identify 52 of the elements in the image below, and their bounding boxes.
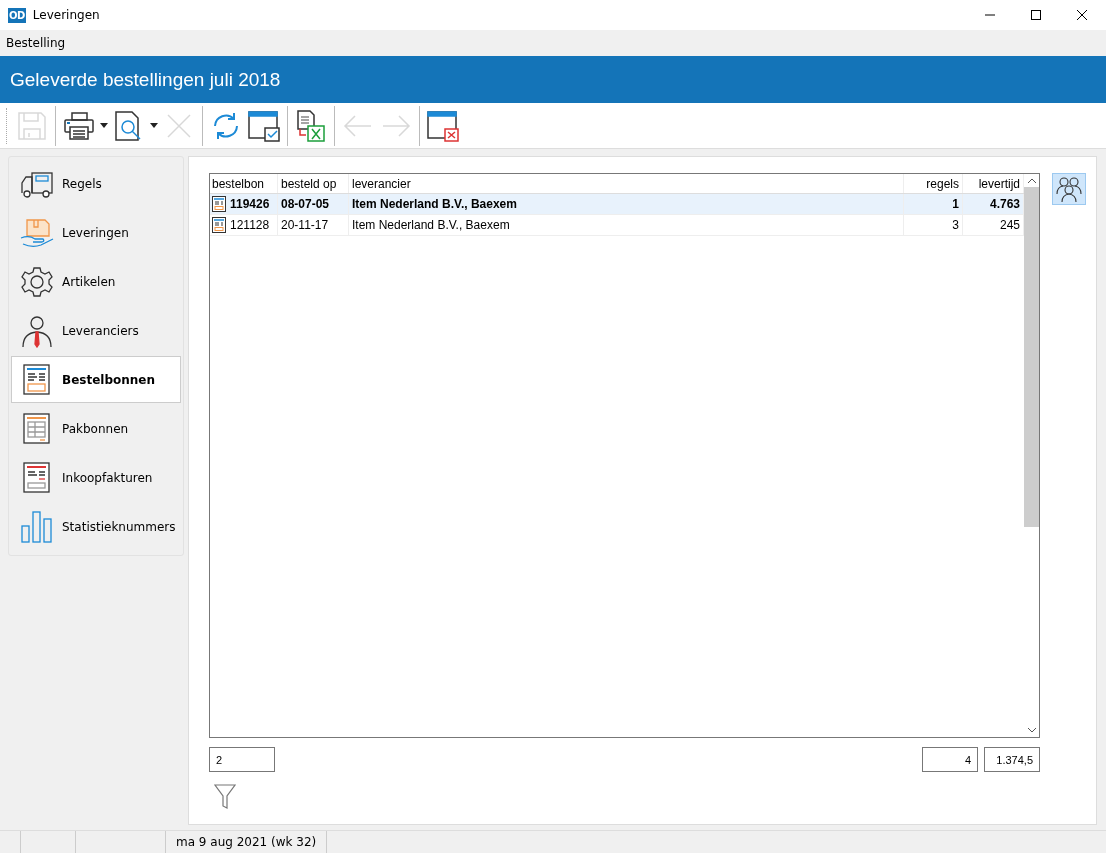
column-header[interactable]: regels (904, 174, 963, 193)
table-cell: 3 (904, 215, 963, 235)
row-count-field: 2 (209, 747, 275, 772)
scrollbar-thumb[interactable] (1024, 187, 1039, 527)
dropdown-caret-icon (150, 123, 158, 128)
table-cell: Item Nederland B.V., Baexem (349, 215, 904, 235)
column-header[interactable]: besteld op (278, 174, 349, 193)
window-title: Leveringen (32, 8, 101, 22)
status-text: ma 9 aug 2021 (wk 32) (176, 835, 317, 849)
table-row[interactable]: 121128 20-11-17 Item Nederland B.V., Baexem 3 245 (210, 215, 1024, 236)
app-logo: OD (8, 7, 26, 23)
maximize-icon[interactable] (1030, 9, 1042, 21)
total-field: 4 (922, 747, 978, 772)
menu-item[interactable]: Bestelling (6, 36, 66, 50)
column-header[interactable]: leverancier (349, 174, 904, 193)
close-icon[interactable] (1076, 9, 1088, 21)
export-icon (294, 108, 328, 143)
window-check-icon (247, 108, 281, 143)
scroll-up-icon[interactable] (1027, 178, 1036, 183)
chart-icon (20, 509, 54, 544)
sidebar-item[interactable]: Pakbonnen (11, 405, 181, 452)
dropdown-caret-icon (100, 123, 108, 128)
people-icon (1056, 176, 1082, 202)
sidebar-item[interactable]: Leveringen (11, 209, 181, 256)
sidebar-item[interactable]: Statistieknummers (11, 503, 181, 550)
table-cell: 08-07-05 (278, 194, 349, 214)
toolbar-button[interactable] (112, 108, 158, 143)
table-cell: 1 (904, 194, 963, 214)
toolbar-button[interactable] (247, 108, 281, 143)
sidebar-item[interactable]: Inkoopfakturen (11, 454, 181, 501)
table-cell: 119426 (230, 197, 270, 211)
table-cell: Item Nederland B.V., Baexem (349, 194, 904, 214)
person-icon (20, 313, 54, 348)
filter-icon[interactable] (214, 784, 236, 810)
table-row[interactable]: 119426 08-07-05 Item Nederland B.V., Baexem 1 4.763 (210, 194, 1024, 215)
scroll-down-icon[interactable] (1027, 728, 1036, 733)
table-cell: 121128 (230, 218, 270, 232)
gear-icon (20, 264, 54, 299)
column-header[interactable]: bestelbon (210, 174, 278, 193)
sidebar-item[interactable]: Artikelen (11, 258, 181, 305)
sidebar-item[interactable]: Bestelbonnen (11, 356, 181, 403)
users-button[interactable] (1052, 173, 1086, 205)
document-icon (212, 217, 226, 233)
toolbar-button[interactable] (294, 108, 328, 143)
toolbar-button[interactable] (426, 108, 460, 143)
total-field: 1.374,5 (984, 747, 1040, 772)
sidebar-item[interactable]: Leveranciers (11, 307, 181, 354)
document-icon (212, 196, 226, 212)
sidebar-item[interactable]: Regels (11, 160, 181, 207)
table-cell: 20-11-17 (278, 215, 349, 235)
page-title: Geleverde bestellingen juli 2018 (10, 68, 281, 91)
window-close-icon (426, 108, 460, 143)
